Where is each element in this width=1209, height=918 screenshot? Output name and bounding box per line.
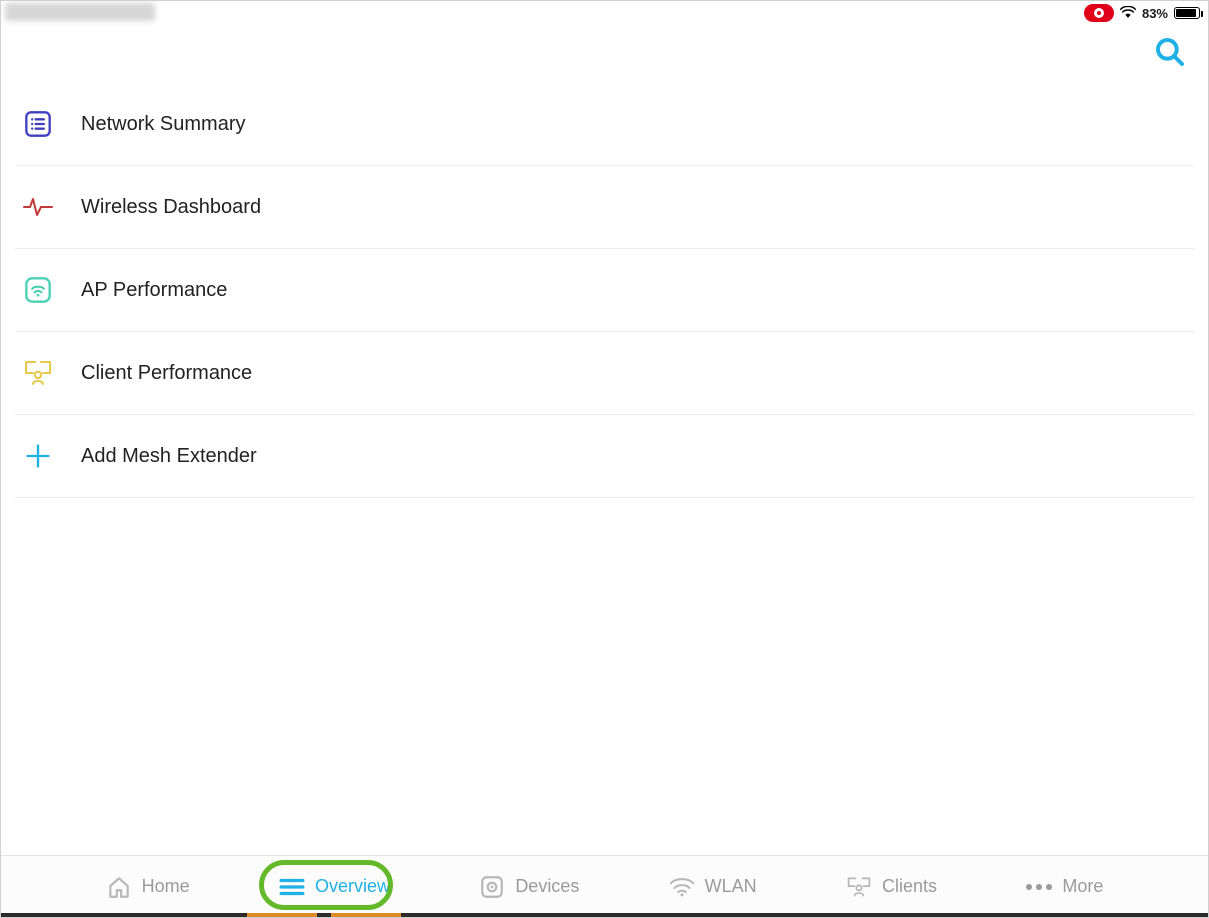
nav-label: WLAN: [705, 876, 757, 897]
wifi-icon: [1120, 6, 1136, 20]
bottom-edge: [1, 913, 1208, 917]
more-icon: [1026, 874, 1052, 900]
menu-item-label: Wireless Dashboard: [81, 196, 261, 219]
top-bar: [1, 25, 1208, 83]
menu-item-add-mesh-extender[interactable]: Add Mesh Extender: [15, 415, 1194, 498]
nav-wlan[interactable]: WLAN: [657, 868, 769, 906]
nav-label: Overview: [315, 876, 390, 897]
menu-item-label: Network Summary: [81, 113, 245, 136]
nav-devices[interactable]: Devices: [467, 868, 591, 906]
clients-icon: [846, 874, 872, 900]
nav-label: Clients: [882, 876, 937, 897]
heartbeat-icon: [23, 192, 53, 222]
list-icon: [23, 109, 53, 139]
menu-item-client-performance[interactable]: Client Performance: [15, 332, 1194, 415]
menu-item-wireless-dashboard[interactable]: Wireless Dashboard: [15, 166, 1194, 249]
menu-item-ap-performance[interactable]: AP Performance: [15, 249, 1194, 332]
nav-more[interactable]: More: [1014, 868, 1115, 906]
carrier-blur: [5, 3, 155, 21]
wlan-icon: [669, 874, 695, 900]
status-bar: 83%: [1, 1, 1208, 25]
menu-icon: [279, 874, 305, 900]
screen-record-indicator: [1084, 4, 1114, 22]
menu-item-network-summary[interactable]: Network Summary: [15, 83, 1194, 166]
menu-item-label: AP Performance: [81, 279, 227, 302]
menu-item-label: Client Performance: [81, 362, 252, 385]
battery-percent: 83%: [1142, 6, 1168, 21]
plus-icon: [23, 441, 53, 471]
devices-icon: [479, 874, 505, 900]
nav-label: More: [1062, 876, 1103, 897]
home-icon: [106, 874, 132, 900]
nav-label: Devices: [515, 876, 579, 897]
nav-label: Home: [142, 876, 190, 897]
client-icon: [23, 358, 53, 388]
nav-overview[interactable]: Overview: [267, 868, 402, 906]
accent-segment: [331, 913, 401, 917]
battery-icon: [1174, 7, 1200, 19]
search-icon[interactable]: [1154, 36, 1186, 73]
ap-icon: [23, 275, 53, 305]
bottom-nav: Home Overview Devices: [1, 855, 1208, 917]
nav-home[interactable]: Home: [94, 868, 202, 906]
overview-menu: Network Summary Wireless Dashboard AP Pe…: [1, 83, 1208, 498]
nav-clients[interactable]: Clients: [834, 868, 949, 906]
accent-segment: [247, 913, 317, 917]
menu-item-label: Add Mesh Extender: [81, 445, 257, 468]
